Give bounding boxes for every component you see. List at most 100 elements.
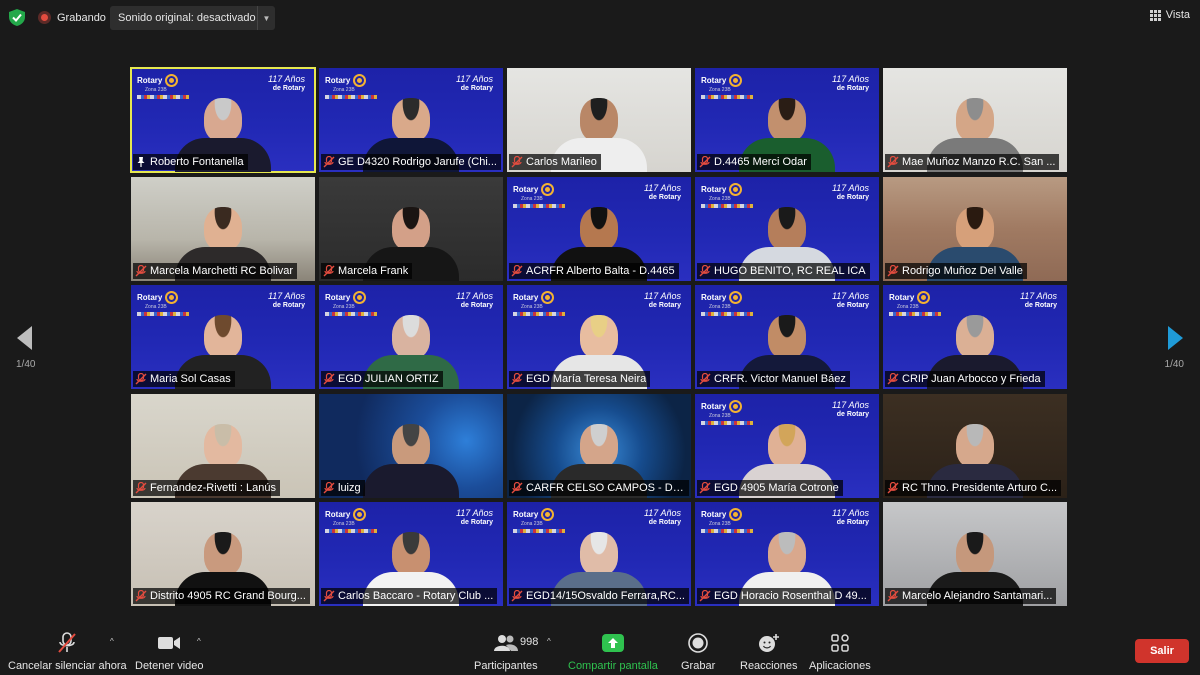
participant-tile[interactable]: RC Thno. Presidente Arturo C... xyxy=(883,393,1067,498)
rotary-zone-label: Zona 23B xyxy=(709,412,731,419)
participant-tile[interactable]: Marcela Frank xyxy=(319,176,503,281)
leave-meeting-button[interactable]: Salir xyxy=(1135,639,1189,663)
rotary-wheel-icon xyxy=(729,508,743,521)
rotary-wheel-icon xyxy=(729,291,743,304)
security-shield-icon[interactable] xyxy=(9,9,25,26)
participant-name-label: CRFR. Victor Manuel Báez xyxy=(697,371,850,387)
rotary-wheel-icon xyxy=(353,291,367,304)
rotary-zone-label: Zona 23B xyxy=(333,87,355,93)
rotary-wheel-icon xyxy=(165,74,179,87)
muted-microphone-icon xyxy=(135,589,147,602)
rotary-years-label: 117 Años de Rotary xyxy=(831,508,869,526)
rotary-years-label: 117 Años de Rotary xyxy=(643,508,681,526)
participants-caret-icon[interactable]: ^ xyxy=(547,637,551,646)
participant-tile[interactable]: Rotary Zona 23B 117 Años de Rotary ACRFR Alb… xyxy=(507,176,691,281)
unmute-button[interactable]: Cancelar silenciar ahora xyxy=(8,632,127,672)
rotary-years-label: 117 Años de Rotary xyxy=(831,291,869,309)
rotary-logo: Rotary xyxy=(325,74,367,87)
rotary-zone-label: Zona 23B xyxy=(897,304,919,310)
rotary-years-label: 117 Años de Rotary xyxy=(455,508,493,526)
participant-name-label: EGD JULIAN ORTIZ xyxy=(321,371,443,387)
reactions-button[interactable]: Reacciones xyxy=(740,632,797,672)
participant-tile[interactable]: Mae Muñoz Manzo R.C. San ... xyxy=(883,68,1067,172)
record-label: Grabar xyxy=(681,660,716,672)
participant-tile[interactable]: Rotary Zona 23B 117 Años de Rotary Maria Sol… xyxy=(131,285,315,389)
participant-tile[interactable]: Rotary Zona 23B 117 Años de Rotary HUGO BENI… xyxy=(695,176,879,281)
rotary-logo: Rotary xyxy=(137,74,179,87)
participant-tile[interactable]: Rotary Zona 23B 117 Años de Rotary CRIP Juan… xyxy=(883,285,1067,389)
rotary-logo: Rotary xyxy=(513,182,555,196)
page-indicator-right: 1/40 xyxy=(1164,359,1184,370)
rotary-zone-label: Zona 23B xyxy=(333,521,355,527)
rotary-wheel-icon xyxy=(165,291,179,304)
participant-tile[interactable]: Rotary Zona 23B 117 Años de Rotary EGD 4905 … xyxy=(695,393,879,498)
participant-name-label: EGD 4905 María Cotrone xyxy=(697,479,843,496)
video-options-caret-icon[interactable]: ^ xyxy=(197,637,201,646)
rotary-logo: Rotary xyxy=(889,291,931,304)
rotary-wheel-icon xyxy=(729,399,743,413)
view-button[interactable]: Vista xyxy=(1149,9,1190,21)
reactions-label: Reacciones xyxy=(740,660,798,672)
recording-indicator[interactable]: Grabando xyxy=(38,11,106,24)
rotary-logo: Rotary xyxy=(701,508,743,521)
participant-tile[interactable]: Rotary Zona 23B 117 Años de Rotary CRFR. Vic… xyxy=(695,285,879,389)
participant-name-label: Maria Sol Casas xyxy=(133,371,235,387)
participant-tile[interactable]: CARFR CELSO CAMPOS - D46... xyxy=(507,393,691,498)
apps-label: Aplicaciones xyxy=(809,660,871,672)
rotary-logo: Rotary xyxy=(137,291,179,304)
participant-tile[interactable]: Marcela Marchetti RC Bolivar xyxy=(131,176,315,281)
rotary-zone-label: Zona 23B xyxy=(521,195,543,202)
participant-tile[interactable]: Rotary Zona 23B 117 Años de Rotary EGD María… xyxy=(507,285,691,389)
rotary-logo: Rotary xyxy=(513,508,555,521)
participants-label: Participantes xyxy=(474,660,538,672)
participant-name-label: Carlos Marileo xyxy=(509,154,601,170)
chevron-down-icon[interactable]: ▼ xyxy=(257,6,275,30)
rotary-logo: Rotary xyxy=(701,399,743,413)
participant-name-label: Distrito 4905 RC Grand Bourg... xyxy=(133,588,310,604)
muted-microphone-icon xyxy=(511,264,523,277)
meeting-toolbar: Cancelar silenciar ahora ^ Detener video… xyxy=(0,628,1200,675)
apps-button[interactable]: Aplicaciones xyxy=(809,632,871,672)
rotary-zone-label: Zona 23B xyxy=(521,304,543,310)
rotary-zone-label: Zona 23B xyxy=(145,304,167,310)
participant-tile[interactable]: Rotary Zona 23B 117 Años de Rotary Carlos Ba… xyxy=(319,502,503,606)
muted-microphone-icon xyxy=(135,264,147,277)
participant-tile[interactable]: Rotary Zona 23B 117 Años de Rotary GE D4320 … xyxy=(319,68,503,172)
rotary-wheel-icon xyxy=(917,291,931,304)
participant-name-label: EGD14/15Osvaldo Ferrara,RC... xyxy=(509,588,689,604)
muted-microphone-icon xyxy=(699,481,711,494)
participant-tile[interactable]: Rodrigo Muñoz Del Valle xyxy=(883,176,1067,281)
rotary-logo: Rotary xyxy=(701,182,743,196)
participant-gallery: Rotary Zona 23B 117 Años de Rotary Roberto F… xyxy=(130,67,1069,606)
participant-tile[interactable]: Rotary Zona 23B 117 Años de Rotary D.4465 Me… xyxy=(695,68,879,172)
muted-microphone-icon xyxy=(887,155,899,168)
participant-tile[interactable]: Fernandez-Rivetti : Lanús xyxy=(131,393,315,498)
previous-page-arrow-icon[interactable] xyxy=(17,326,32,350)
rotary-wheel-icon xyxy=(729,74,743,87)
rotary-zone-label: Zona 23B xyxy=(709,195,731,202)
original-sound-select[interactable]: Sonido original: desactivado ▼ xyxy=(110,6,275,30)
participant-name-label: D.4465 Merci Odar xyxy=(697,154,811,170)
participant-tile[interactable]: Distrito 4905 RC Grand Bourg... xyxy=(131,502,315,606)
participant-tile[interactable]: Carlos Marileo xyxy=(507,68,691,172)
participant-name-label: GE D4320 Rodrigo Jarufe (Chi... xyxy=(321,154,501,170)
share-screen-icon xyxy=(601,632,624,654)
next-page-arrow-icon[interactable] xyxy=(1168,326,1183,350)
share-screen-button[interactable]: Compartir pantalla xyxy=(568,632,658,672)
muted-microphone-icon xyxy=(323,264,335,277)
audio-options-caret-icon[interactable]: ^ xyxy=(110,637,114,646)
participant-video xyxy=(363,423,459,498)
stop-video-button[interactable]: Detener video xyxy=(135,632,204,672)
participant-tile[interactable]: Marcelo Alejandro Santamari... xyxy=(883,502,1067,606)
participant-tile[interactable]: Rotary Zona 23B 117 Años de Rotary EGD14/15O… xyxy=(507,502,691,606)
participant-tile[interactable]: luizg xyxy=(319,393,503,498)
participant-tile[interactable]: Rotary Zona 23B 117 Años de Rotary Roberto F… xyxy=(130,67,316,173)
record-icon xyxy=(688,632,708,654)
participant-tile[interactable]: Rotary Zona 23B 117 Años de Rotary EGD Horac… xyxy=(695,502,879,606)
muted-microphone-icon xyxy=(887,589,899,602)
participants-count: 998 xyxy=(520,636,539,648)
record-button[interactable]: Grabar xyxy=(681,632,715,672)
muted-microphone-icon xyxy=(511,589,523,602)
participant-name-label: CRIP Juan Arbocco y Frieda xyxy=(885,371,1045,387)
participant-tile[interactable]: Rotary Zona 23B 117 Años de Rotary EGD JULIA… xyxy=(319,285,503,389)
